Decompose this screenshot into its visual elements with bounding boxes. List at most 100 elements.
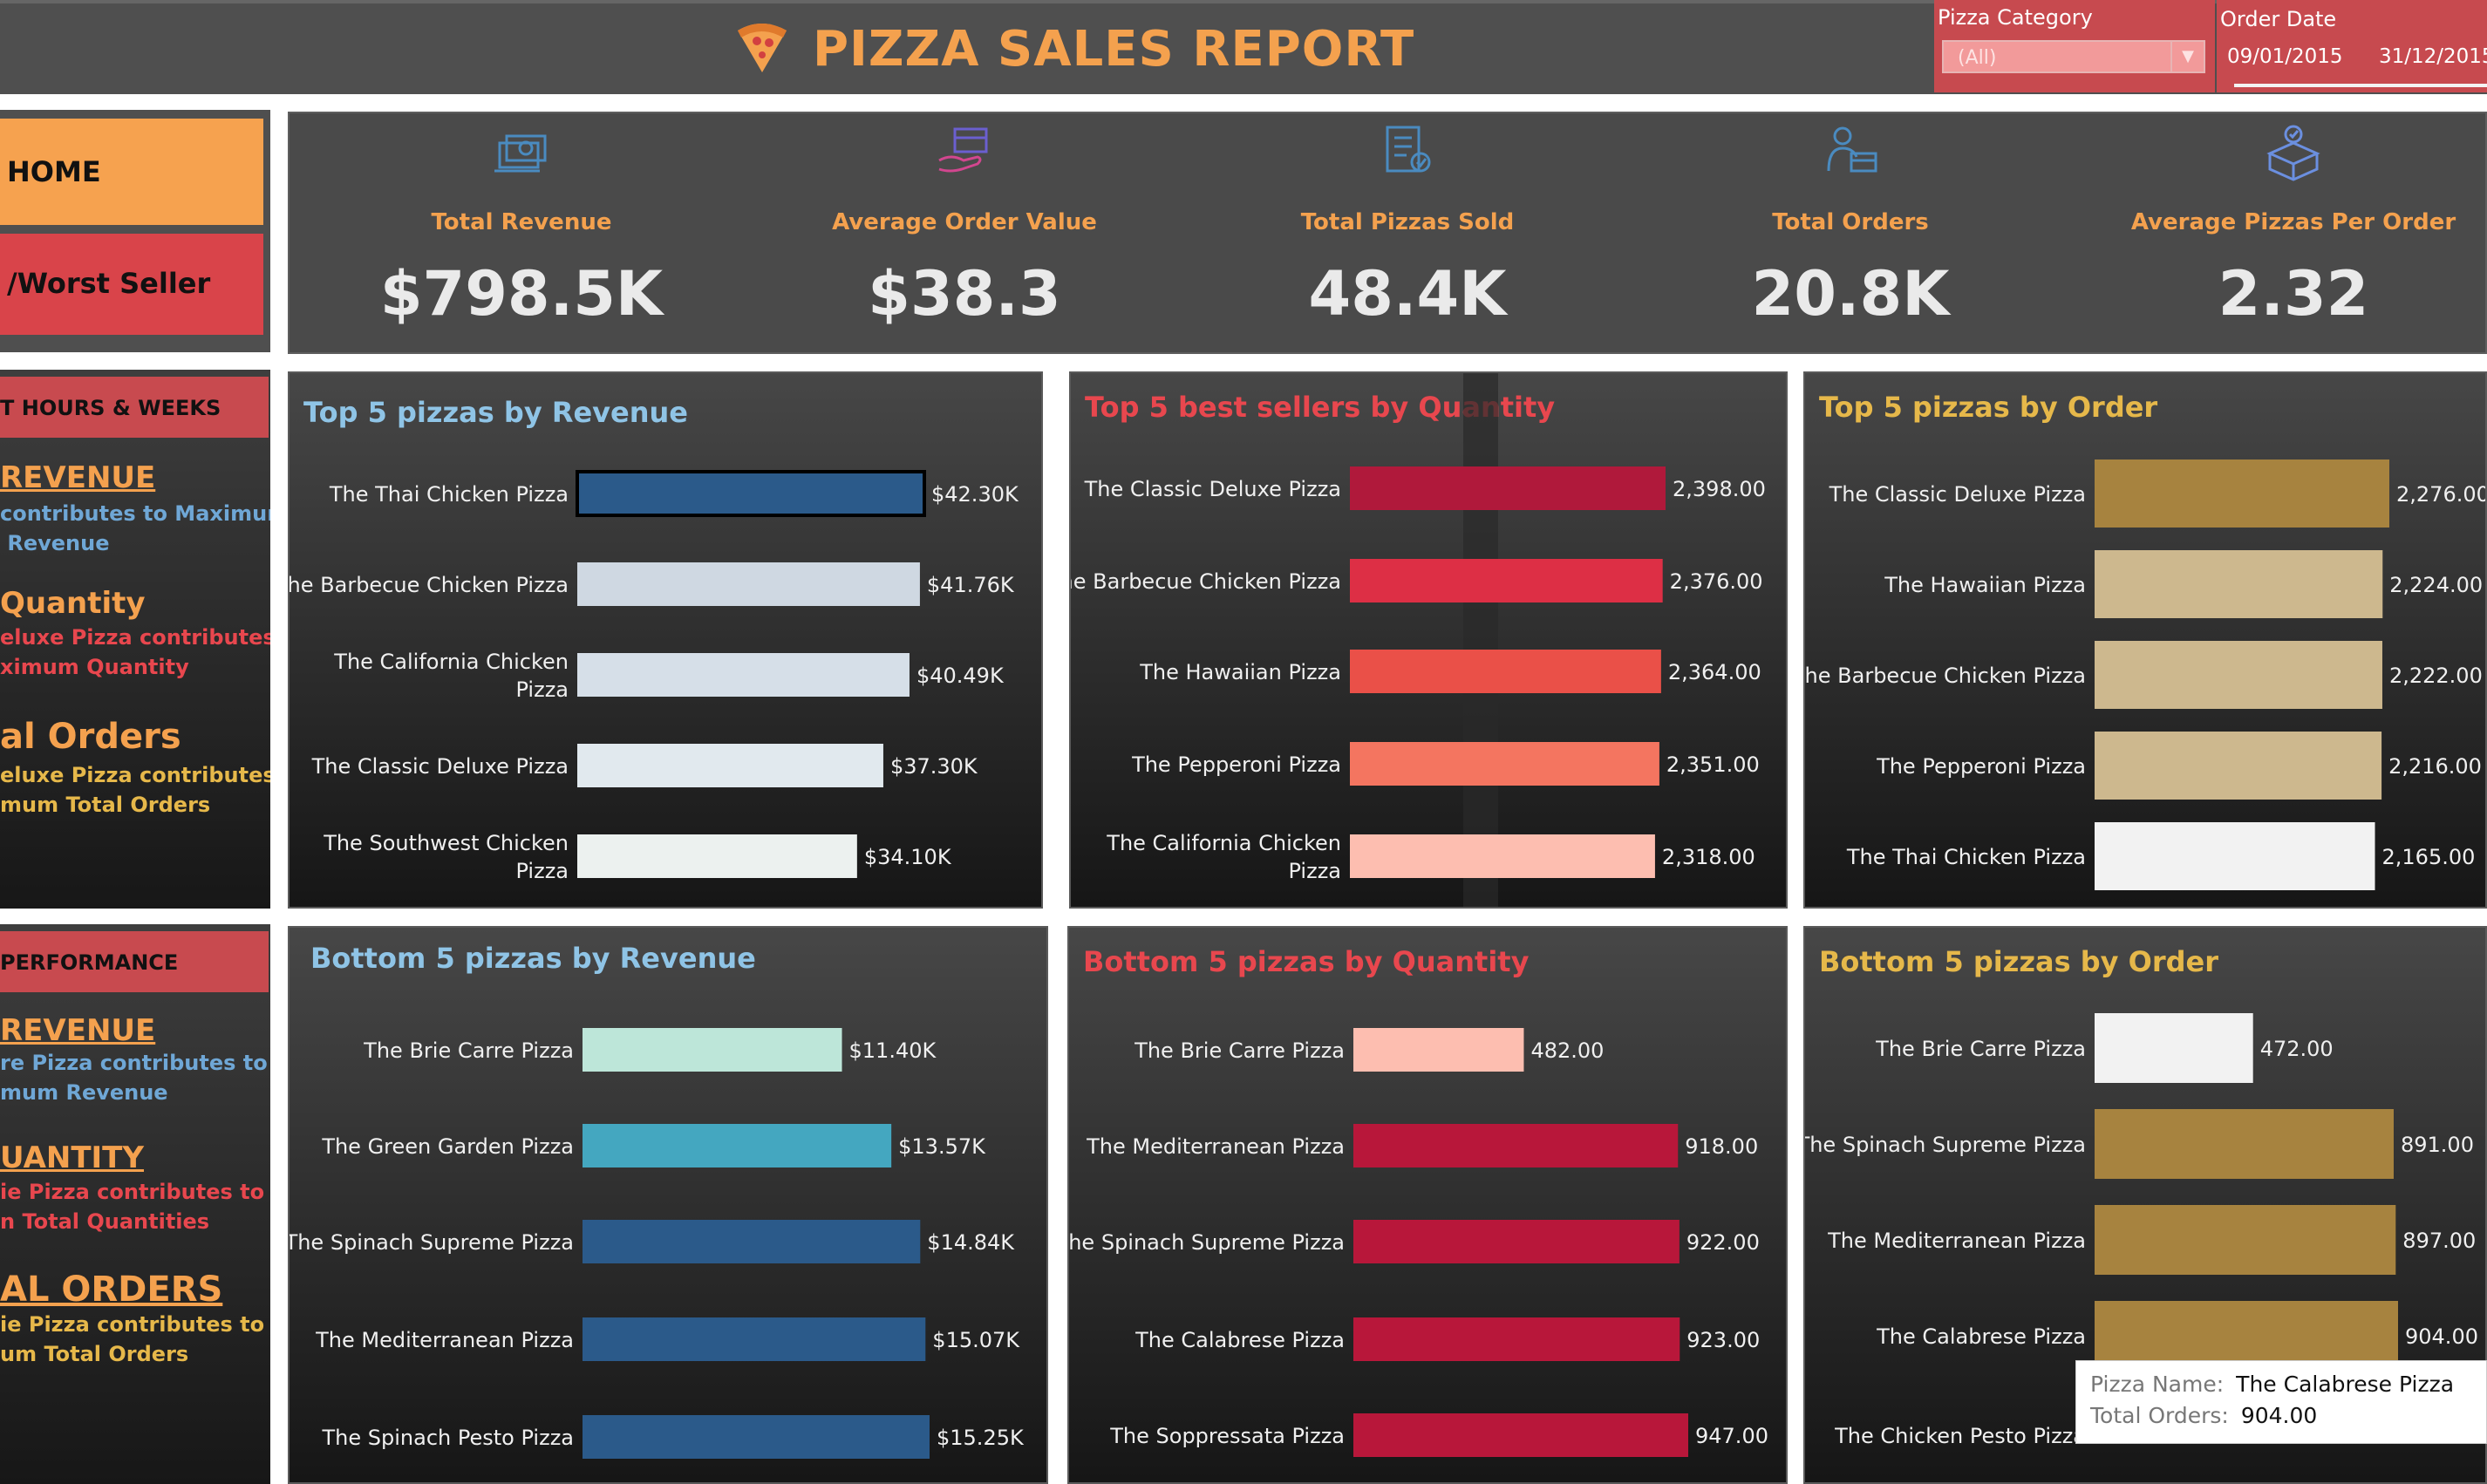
category-label: Pizza [515,859,569,883]
category-label: The Spinach Pesto Pizza [322,1426,574,1450]
report-title: PIZZA SALES REPORT [732,14,1414,84]
highlight-stripe[interactable] [1463,373,1498,909]
bar[interactable] [1350,559,1663,602]
bar[interactable] [576,470,926,517]
category-label: The Barbecue Chicken Pizza [1071,569,1341,594]
insight-desc: eluxe Pizza contributes mum Total Orders [0,763,270,817]
category-label: The Pepperoni Pizza [1131,752,1341,777]
value-label: 918.00 [1685,1134,1758,1159]
value-label: $13.57K [898,1134,986,1159]
box-icon [2084,120,2487,185]
category-label: The Calabrese Pizza [1134,1328,1345,1352]
insight-title: REVENUE [0,1013,156,1048]
category-label: The Brie Carre Pizza [1134,1038,1345,1063]
kpi-value: $798.5K [379,258,664,330]
category-label: The Mediterranean Pizza [1827,1229,2086,1253]
bar[interactable] [1350,742,1659,786]
bar[interactable] [1350,834,1655,878]
bar[interactable] [2095,732,2382,800]
date-slider-track[interactable] [2234,84,2487,87]
insights-panel-top: T HOURS & WEEKS REVENUE contributes to M… [0,370,270,909]
pizza-category-label: Pizza Category [1938,5,2093,30]
category-label: The Thai Chicken Pizza [1846,845,2086,869]
category-label: The Chicken Pesto Pizza [1834,1424,2086,1448]
category-label: The Hawaiian Pizza [1139,660,1341,684]
chevron-down-icon[interactable]: ▼ [2170,42,2204,71]
kpi-label: Total Orders [1772,209,1929,235]
bar[interactable] [1350,466,1666,510]
value-label: 2,318.00 [1662,845,1755,869]
category-label: The California Chicken [1106,831,1341,855]
worst-seller-button[interactable]: /Worst Seller [0,234,263,335]
chart-bottom5-quantity: Bottom 5 pizzas by Quantity The Brie Car… [1067,926,1788,1484]
chart-top5-quantity: Top 5 best sellers by Quantity The Class… [1069,371,1788,909]
pizza-category-dropdown[interactable]: (All) ▼ [1942,40,2205,73]
value-label: 2,398.00 [1673,477,1766,501]
kpi-label: Total Revenue [431,209,612,235]
insight-desc: eluxe Pizza contributes ximum Quantity [0,625,270,679]
pizza-category-filter: Pizza Category (All) ▼ [1934,0,2215,92]
bar[interactable] [1353,1028,1524,1072]
bar[interactable] [2095,1109,2394,1179]
bar[interactable] [2095,1013,2253,1083]
tooltip-name-label: Pizza Name: [2090,1372,2225,1397]
bar[interactable] [577,834,857,878]
category-label: The Soppressata Pizza [1109,1424,1345,1448]
bar[interactable] [1353,1413,1688,1457]
bar[interactable] [577,562,920,606]
bar[interactable] [2095,822,2375,890]
value-label: 923.00 [1686,1328,1760,1352]
order-date-label: Order Date [2220,7,2337,31]
bar[interactable] [1350,650,1661,693]
insights-header: T HOURS & WEEKS [0,377,269,438]
insights-panel-bottom: PERFORMANCE REVENUE re Pizza contributes… [0,924,270,1484]
bar[interactable] [583,1124,892,1167]
insight-title: al Orders [0,717,181,757]
bar[interactable] [583,1028,842,1072]
kpi-value: 2.32 [2218,258,2369,330]
kpi-label: Average Order Value [832,209,1097,235]
category-label: The Pepperoni Pizza [1876,754,2086,779]
category-label: The Brie Carre Pizza [363,1038,574,1063]
category-label: The Classic Deluxe Pizza [1084,477,1341,501]
value-label: 2,376.00 [1670,569,1763,594]
bar[interactable] [583,1415,930,1459]
bar[interactable] [2095,1205,2396,1275]
category-label: The Hawaiian Pizza [1884,573,2086,597]
insight-desc: contributes to Maximum Revenue [0,501,270,555]
bar[interactable] [577,744,883,787]
bar[interactable] [1353,1124,1679,1167]
date-start[interactable]: 09/01/2015 [2227,45,2343,68]
category-label: The Spinach Supreme Pizza [290,1230,574,1255]
category-label: The Mediterranean Pizza [1086,1134,1345,1159]
value-label: 891.00 [2401,1133,2474,1157]
kpi-value: 20.8K [1751,258,1950,330]
insights-header: PERFORMANCE [0,931,269,992]
chart-top5-orders: Top 5 pizzas by Order The Classic Deluxe… [1803,371,2487,909]
insight-title: AL ORDERS [0,1270,223,1310]
chart-svg: The Classic Deluxe Pizza 2,398.00 The Barb… [1071,373,1766,909]
pizza-category-value: (All) [1958,47,1997,69]
bar[interactable] [2095,550,2383,618]
insights-header-label: PERFORMANCE [0,950,179,975]
value-label: 922.00 [1686,1230,1760,1255]
value-label: 2,216.00 [2388,754,2482,779]
home-button-label: HOME [7,155,101,188]
category-label: Pizza [1288,859,1341,883]
chart-svg: The Brie Carre Pizza $11.40K The Green Gar… [290,1028,1025,1459]
value-label: $34.10K [864,845,952,869]
bar[interactable] [583,1317,926,1361]
bar[interactable] [1353,1317,1680,1361]
bar[interactable] [583,1220,921,1263]
insight-title: UANTITY [0,1140,144,1175]
chart-svg: The Brie Carre Pizza 482.00 The Mediterran… [1069,1028,1768,1457]
bar[interactable] [577,653,910,697]
bar[interactable] [1353,1220,1680,1263]
payment-icon [755,120,1174,185]
bar[interactable] [2095,641,2382,709]
bar[interactable] [2095,459,2389,528]
date-end[interactable]: 31/12/2015 [2379,45,2487,68]
value-label: $11.40K [849,1038,937,1063]
home-button[interactable]: HOME [0,119,263,225]
insights-header-label: T HOURS & WEEKS [0,396,221,420]
